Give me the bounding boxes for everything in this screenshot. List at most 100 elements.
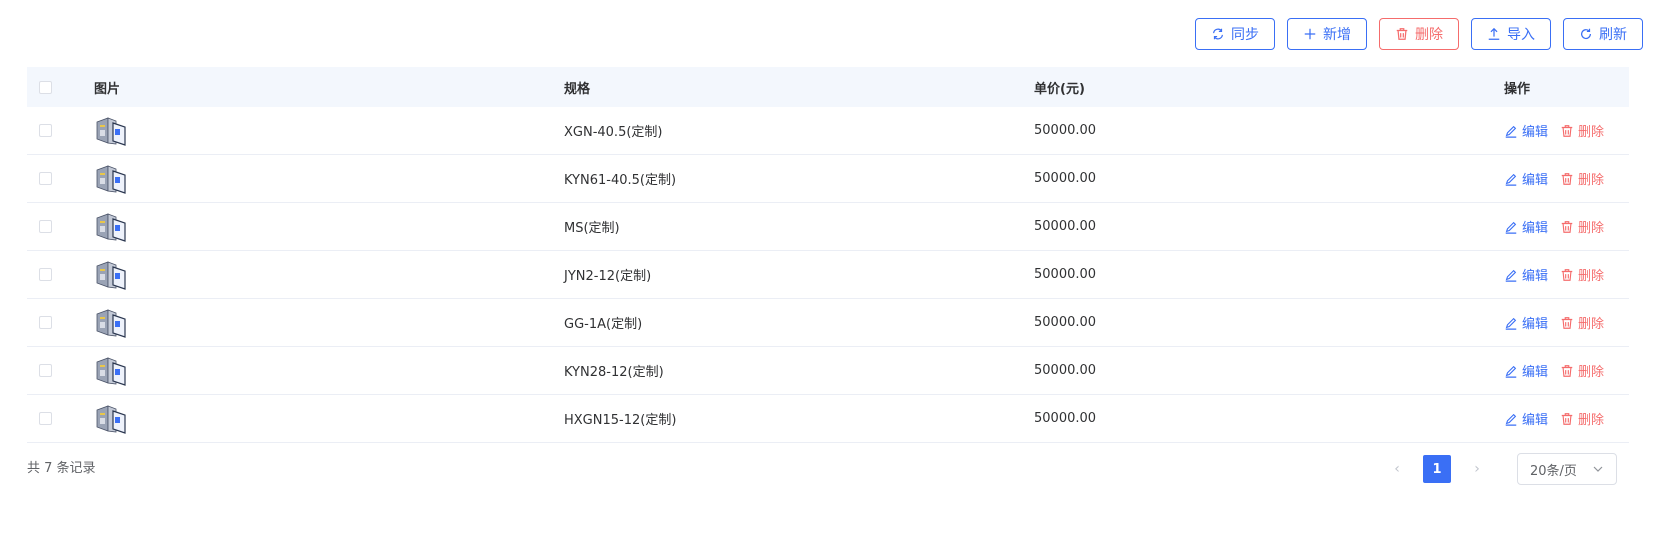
row-checkbox[interactable] <box>39 268 52 281</box>
row-delete-button[interactable]: 删除 <box>1560 361 1604 380</box>
page-size-select[interactable]: 20条/页 <box>1517 453 1617 485</box>
trash-icon <box>1561 172 1573 185</box>
chevron-down-icon <box>1593 466 1603 472</box>
trash-icon <box>1561 220 1573 233</box>
table-row: GG-1A(定制) 50000.00 编辑 删除 <box>27 299 1629 347</box>
page-size-value: 20条/页 <box>1530 463 1577 479</box>
row-edit-button[interactable]: 编辑 <box>1504 409 1548 428</box>
switchgear-cabinet-image <box>96 164 126 194</box>
import-button[interactable]: 导入 <box>1471 18 1551 50</box>
row-edit-label: 编辑 <box>1522 125 1549 140</box>
row-edit-label: 编辑 <box>1522 221 1549 236</box>
sync-button[interactable]: 同步 <box>1195 18 1275 50</box>
row-spec: XGN-40.5(定制) <box>564 125 663 140</box>
row-delete-button[interactable]: 删除 <box>1560 121 1604 140</box>
column-header-spec: 规格 <box>564 81 591 97</box>
column-header-price: 单价(元) <box>1034 81 1085 97</box>
row-delete-label: 删除 <box>1578 125 1605 140</box>
row-delete-button[interactable]: 删除 <box>1560 217 1604 236</box>
row-checkbox[interactable] <box>39 316 52 329</box>
row-price: 50000.00 <box>1034 363 1097 378</box>
edit-icon <box>1505 173 1517 186</box>
row-spec: HXGN15-12(定制) <box>564 413 677 428</box>
upload-icon <box>1488 27 1500 40</box>
edit-icon <box>1505 125 1517 138</box>
edit-icon <box>1505 365 1517 378</box>
row-edit-label: 编辑 <box>1522 365 1549 380</box>
refresh-button[interactable]: 刷新 <box>1563 18 1643 50</box>
table-row: MS(定制) 50000.00 编辑 删除 <box>27 203 1629 251</box>
table-row: HXGN15-12(定制) 50000.00 编辑 删除 <box>27 395 1629 443</box>
row-edit-button[interactable]: 编辑 <box>1504 121 1548 140</box>
add-button[interactable]: 新增 <box>1287 18 1367 50</box>
row-delete-button[interactable]: 删除 <box>1560 265 1604 284</box>
table-header: 图片 规格 单价(元) 操作 <box>27 67 1629 107</box>
product-table: 图片 规格 单价(元) 操作 XGN-40.5(定制) 50000.00 编辑 <box>27 67 1629 443</box>
total-records: 共 7 条记录 <box>27 461 96 476</box>
row-checkbox[interactable] <box>39 220 52 233</box>
trash-icon <box>1561 412 1573 425</box>
row-checkbox[interactable] <box>39 412 52 425</box>
table-row: KYN28-12(定制) 50000.00 编辑 删除 <box>27 347 1629 395</box>
switchgear-cabinet-image <box>96 404 126 434</box>
switchgear-cabinet-image <box>96 260 126 290</box>
row-edit-label: 编辑 <box>1522 317 1549 332</box>
batch-delete-button[interactable]: 删除 <box>1379 18 1459 50</box>
toolbar: 同步 新增 删除 导入 刷新 <box>1195 18 1643 50</box>
row-edit-button[interactable]: 编辑 <box>1504 361 1548 380</box>
prev-page-icon[interactable]: ‹ <box>1385 455 1409 483</box>
row-price: 50000.00 <box>1034 267 1097 282</box>
row-edit-label: 编辑 <box>1522 173 1549 188</box>
row-edit-label: 编辑 <box>1522 413 1549 428</box>
add-button-label: 新增 <box>1323 27 1351 43</box>
row-edit-button[interactable]: 编辑 <box>1504 265 1548 284</box>
row-price: 50000.00 <box>1034 315 1097 330</box>
row-delete-label: 删除 <box>1578 365 1605 380</box>
trash-icon <box>1396 28 1408 40</box>
switchgear-cabinet-image <box>96 116 126 146</box>
row-edit-button[interactable]: 编辑 <box>1504 217 1548 236</box>
column-header-ops: 操作 <box>1504 81 1531 97</box>
row-edit-button[interactable]: 编辑 <box>1504 313 1548 332</box>
page-number-current[interactable]: 1 <box>1423 455 1451 483</box>
edit-icon <box>1505 413 1517 426</box>
import-button-label: 导入 <box>1507 27 1535 43</box>
table-row: KYN61-40.5(定制) 50000.00 编辑 删除 <box>27 155 1629 203</box>
row-delete-label: 删除 <box>1578 413 1605 428</box>
row-edit-button[interactable]: 编辑 <box>1504 169 1548 188</box>
row-delete-button[interactable]: 删除 <box>1560 409 1604 428</box>
row-checkbox[interactable] <box>39 172 52 185</box>
next-page-icon[interactable]: › <box>1465 455 1489 483</box>
switchgear-cabinet-image <box>96 356 126 386</box>
row-spec: KYN61-40.5(定制) <box>564 173 677 188</box>
pagination: ‹ 1 › 20条/页 <box>1385 453 1617 485</box>
row-delete-button[interactable]: 删除 <box>1560 313 1604 332</box>
trash-icon <box>1561 124 1573 137</box>
edit-icon <box>1505 269 1517 282</box>
row-delete-label: 删除 <box>1578 317 1605 332</box>
refresh-icon <box>1581 28 1591 40</box>
row-spec: JYN2-12(定制) <box>564 269 652 284</box>
trash-icon <box>1561 316 1573 329</box>
plus-icon <box>1304 28 1316 40</box>
refresh-button-label: 刷新 <box>1599 27 1627 43</box>
row-checkbox[interactable] <box>39 124 52 137</box>
row-price: 50000.00 <box>1034 411 1097 426</box>
table-row: JYN2-12(定制) 50000.00 编辑 删除 <box>27 251 1629 299</box>
row-price: 50000.00 <box>1034 219 1097 234</box>
table-row: XGN-40.5(定制) 50000.00 编辑 删除 <box>27 107 1629 155</box>
batch-delete-button-label: 删除 <box>1415 27 1443 43</box>
table-body: XGN-40.5(定制) 50000.00 编辑 删除 KYN61-40.5(定… <box>27 107 1629 443</box>
edit-icon <box>1505 221 1517 234</box>
sync-icon <box>1213 28 1223 40</box>
row-spec: MS(定制) <box>564 221 620 236</box>
row-checkbox[interactable] <box>39 364 52 377</box>
switchgear-cabinet-image <box>96 212 126 242</box>
column-header-image: 图片 <box>94 81 121 97</box>
trash-icon <box>1561 268 1573 281</box>
sync-button-label: 同步 <box>1231 27 1259 43</box>
row-delete-label: 删除 <box>1578 173 1605 188</box>
row-delete-button[interactable]: 删除 <box>1560 169 1604 188</box>
select-all-checkbox[interactable] <box>39 80 52 94</box>
row-spec: GG-1A(定制) <box>564 317 643 332</box>
